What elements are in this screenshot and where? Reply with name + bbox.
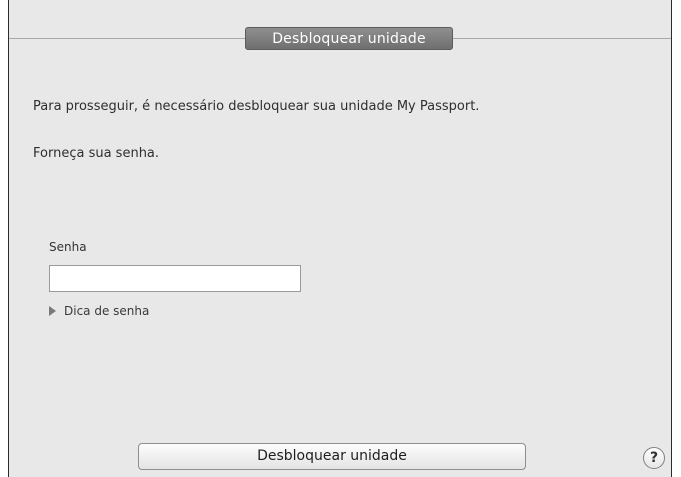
unlock-drive-window: Desbloquear unidade Para prosseguir, é n… — [8, 0, 672, 477]
unlock-drive-button[interactable]: Desbloquear unidade — [138, 443, 526, 470]
password-hint-toggle[interactable]: Dica de senha — [49, 304, 149, 318]
password-label: Senha — [49, 240, 87, 254]
password-prompt-text: Forneça sua senha. — [33, 146, 160, 161]
window-title: Desbloquear unidade — [245, 27, 453, 50]
disclosure-triangle-icon — [49, 306, 56, 316]
password-input[interactable] — [49, 265, 301, 292]
help-icon[interactable]: ? — [643, 447, 665, 469]
password-hint-label: Dica de senha — [64, 304, 150, 318]
unlock-instruction-text: Para prosseguir, é necessário desbloquea… — [33, 99, 480, 114]
